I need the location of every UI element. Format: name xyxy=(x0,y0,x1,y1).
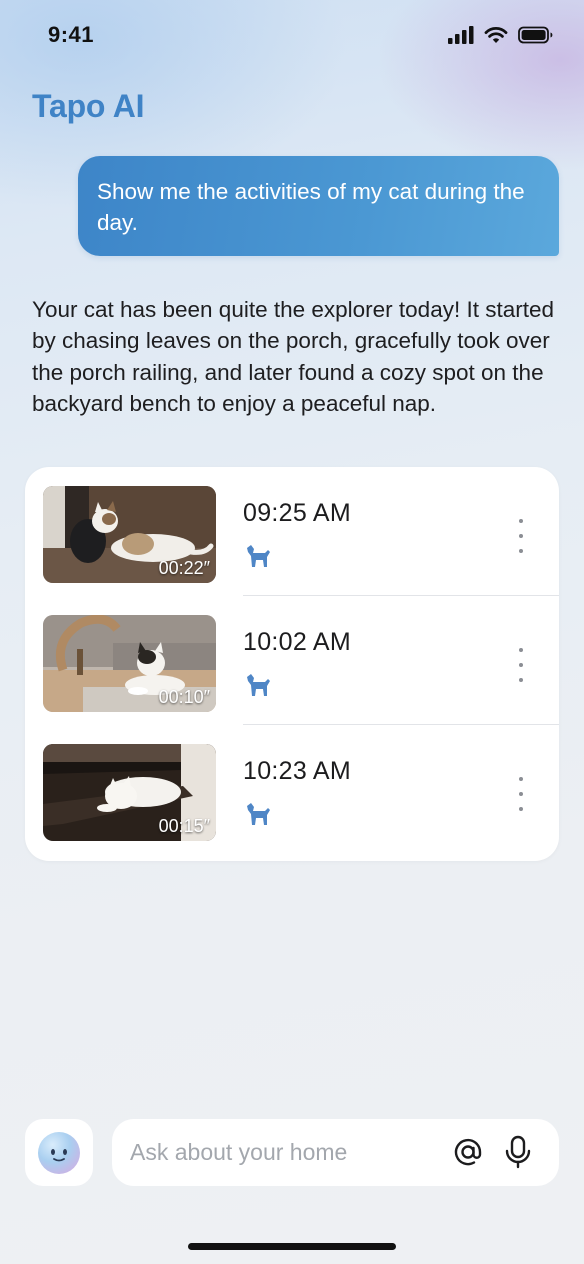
pet-icon xyxy=(247,545,270,567)
status-time: 9:41 xyxy=(48,22,95,47)
event-time: 09:25 AM xyxy=(243,499,352,527)
status-icons xyxy=(448,26,554,44)
clip-duration: 00:15″ xyxy=(158,816,210,836)
app-title: Tapo AI xyxy=(32,88,145,124)
pet-icon xyxy=(247,674,270,696)
event-time: 10:02 AM xyxy=(243,628,352,656)
event-row[interactable]: 00:10″ 10:02 AM xyxy=(25,596,559,725)
clip-duration: 00:22″ xyxy=(158,558,210,578)
event-row[interactable]: 00:22″ 09:25 AM xyxy=(25,467,559,596)
chat-input-container xyxy=(112,1119,559,1186)
event-time: 10:23 AM xyxy=(243,757,352,785)
wifi-icon xyxy=(484,27,508,43)
user-message-bubble: Show me the activities of my cat during … xyxy=(78,156,559,256)
home-indicator xyxy=(188,1243,396,1250)
assistant-reply: Your cat has been quite the explorer tod… xyxy=(32,297,555,416)
pet-icon xyxy=(247,803,270,825)
event-thumbnail[interactable]: 00:10″ xyxy=(43,615,216,712)
signal-icon xyxy=(448,26,474,44)
assistant-avatar-button[interactable] xyxy=(25,1119,93,1186)
event-row[interactable]: 00:15″ 10:23 AM xyxy=(25,725,559,854)
chat-input[interactable] xyxy=(130,1119,450,1186)
microphone-icon[interactable] xyxy=(503,1135,533,1169)
assistant-face-icon xyxy=(38,1131,80,1174)
more-options-button[interactable] xyxy=(511,648,531,682)
event-thumbnail[interactable]: 00:15″ xyxy=(43,744,216,841)
battery-icon xyxy=(518,26,553,44)
clip-duration: 00:10″ xyxy=(158,687,210,707)
more-options-button[interactable] xyxy=(511,777,531,811)
at-mention-icon[interactable] xyxy=(452,1136,484,1168)
activity-card: 00:22″ 09:25 AM 00:10″ 10:02 AM 00:15″ 1… xyxy=(25,467,559,861)
more-options-button[interactable] xyxy=(511,519,531,553)
event-thumbnail[interactable]: 00:22″ xyxy=(43,486,216,583)
status-bar: 9:41 xyxy=(0,0,584,70)
